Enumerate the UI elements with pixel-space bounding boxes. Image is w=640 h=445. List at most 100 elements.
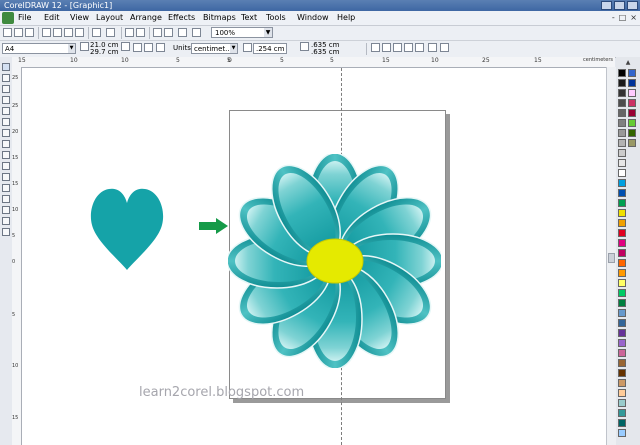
polygon-tool-icon[interactable] [2,151,10,159]
zoom-tool-icon[interactable] [2,96,10,104]
interactive-tool-icon[interactable] [2,184,10,192]
palette-swatch[interactable] [618,409,626,417]
palette-swatch[interactable] [618,229,626,237]
dynamic-guides-icon[interactable] [415,43,424,52]
palette-scroll-up-icon[interactable]: ▲ [618,59,638,67]
palette-swatch[interactable] [618,89,626,97]
app-icon[interactable] [2,12,14,24]
palette-swatch[interactable] [618,299,626,307]
paste-icon[interactable] [75,28,84,37]
chevron-down-icon[interactable]: ▼ [230,44,237,53]
palette-swatch[interactable] [618,239,626,247]
all-pages-icon[interactable] [156,43,165,52]
new-icon[interactable] [3,28,12,37]
units-option-icon[interactable] [371,43,380,52]
palette-swatch[interactable] [628,89,636,97]
text-tool-icon[interactable] [2,173,10,181]
menu-effects[interactable]: Effects [168,12,195,24]
menu-window[interactable]: Window [297,12,329,24]
options-icon[interactable] [440,43,449,52]
fill-tool-icon[interactable] [2,217,10,225]
doc-close-button[interactable]: × [630,13,637,22]
palette-swatch[interactable] [618,199,626,207]
palette-swatch[interactable] [628,139,636,147]
palette-swatch[interactable] [618,129,626,137]
menu-file[interactable]: File [18,12,31,24]
scrollbar-thumb[interactable] [608,253,615,263]
palette-swatch[interactable] [618,179,626,187]
rectangle-tool-icon[interactable] [2,129,10,137]
palette-swatch[interactable] [618,99,626,107]
save-icon[interactable] [25,28,34,37]
welcome-screen-icon[interactable] [178,28,187,37]
menu-tools[interactable]: Tools [266,12,286,24]
palette-swatch[interactable] [618,359,626,367]
close-button[interactable] [627,1,638,10]
palette-swatch[interactable] [618,189,626,197]
heart-shape[interactable] [88,185,166,271]
palette-swatch[interactable] [618,389,626,397]
green-arrow[interactable] [199,218,229,234]
cut-icon[interactable] [53,28,62,37]
palette-swatch[interactable] [618,219,626,227]
chevron-down-icon[interactable]: ▼ [264,28,272,37]
maximize-button[interactable] [614,1,625,10]
menu-text[interactable]: Text [241,12,257,24]
palette-swatch[interactable] [618,69,626,77]
palette-swatch[interactable] [618,119,626,127]
doc-minimize-button[interactable]: - [612,13,615,22]
palette-swatch[interactable] [618,319,626,327]
snap-objects-icon[interactable] [404,43,413,52]
palette-swatch[interactable] [628,99,636,107]
horizontal-ruler[interactable]: 15 10 5 0 5 10 15 10 5 5 15 25 centimete… [12,57,615,68]
snap-guidelines-icon[interactable] [393,43,402,52]
options-icon[interactable] [192,28,201,37]
palette-swatch[interactable] [618,169,626,177]
palette-swatch[interactable] [628,69,636,77]
palette-swatch[interactable] [628,129,636,137]
palette-swatch[interactable] [618,269,626,277]
palette-swatch[interactable] [618,329,626,337]
drawing-canvas[interactable]: learn2corel.blogspot.com [22,68,615,445]
paper-type-dropdown[interactable]: A4 ▼ [2,43,76,54]
page-height[interactable]: 29.7 cm [90,48,118,57]
minimize-button[interactable] [601,1,612,10]
outline-tool-icon[interactable] [2,206,10,214]
corel-online-icon[interactable] [164,28,173,37]
crop-tool-icon[interactable] [2,85,10,93]
eyedropper-tool-icon[interactable] [2,195,10,203]
palette-swatch[interactable] [618,109,626,117]
application-launcher-icon[interactable] [153,28,162,37]
palette-swatch[interactable] [628,79,636,87]
zoom-level-dropdown[interactable]: 100% ▼ [211,27,273,38]
pick-tool-icon[interactable] [2,63,10,71]
palette-swatch[interactable] [628,119,636,127]
palette-swatch[interactable] [618,279,626,287]
palette-swatch[interactable] [618,349,626,357]
vertical-ruler[interactable]: 25 25 20 15 15 10 5 0 5 10 15 [12,67,22,445]
palette-swatch[interactable] [618,429,626,437]
menu-edit[interactable]: Edit [44,12,60,24]
window-controls[interactable] [601,1,638,10]
basic-shapes-tool-icon[interactable] [2,162,10,170]
redo-icon[interactable] [106,28,115,37]
duplicate-y[interactable]: .635 cm [311,48,339,57]
ellipse-tool-icon[interactable] [2,140,10,148]
vertical-scrollbar[interactable] [606,67,616,445]
palette-swatch[interactable] [618,79,626,87]
portrait-icon[interactable] [133,43,142,52]
palette-swatch[interactable] [618,159,626,167]
palette-swatch[interactable] [618,139,626,147]
copy-icon[interactable] [64,28,73,37]
print-icon[interactable] [42,28,51,37]
interactive-fill-tool-icon[interactable] [2,228,10,236]
menu-bitmaps[interactable]: Bitmaps [203,12,236,24]
palette-swatch[interactable] [618,249,626,257]
menu-arrange[interactable]: Arrange [130,12,162,24]
palette-swatch[interactable] [618,399,626,407]
open-icon[interactable] [14,28,23,37]
menu-view[interactable]: View [70,12,89,24]
freehand-tool-icon[interactable] [2,107,10,115]
nudge-offset-input[interactable]: .254 cm [253,43,287,54]
undo-icon[interactable] [92,28,101,37]
